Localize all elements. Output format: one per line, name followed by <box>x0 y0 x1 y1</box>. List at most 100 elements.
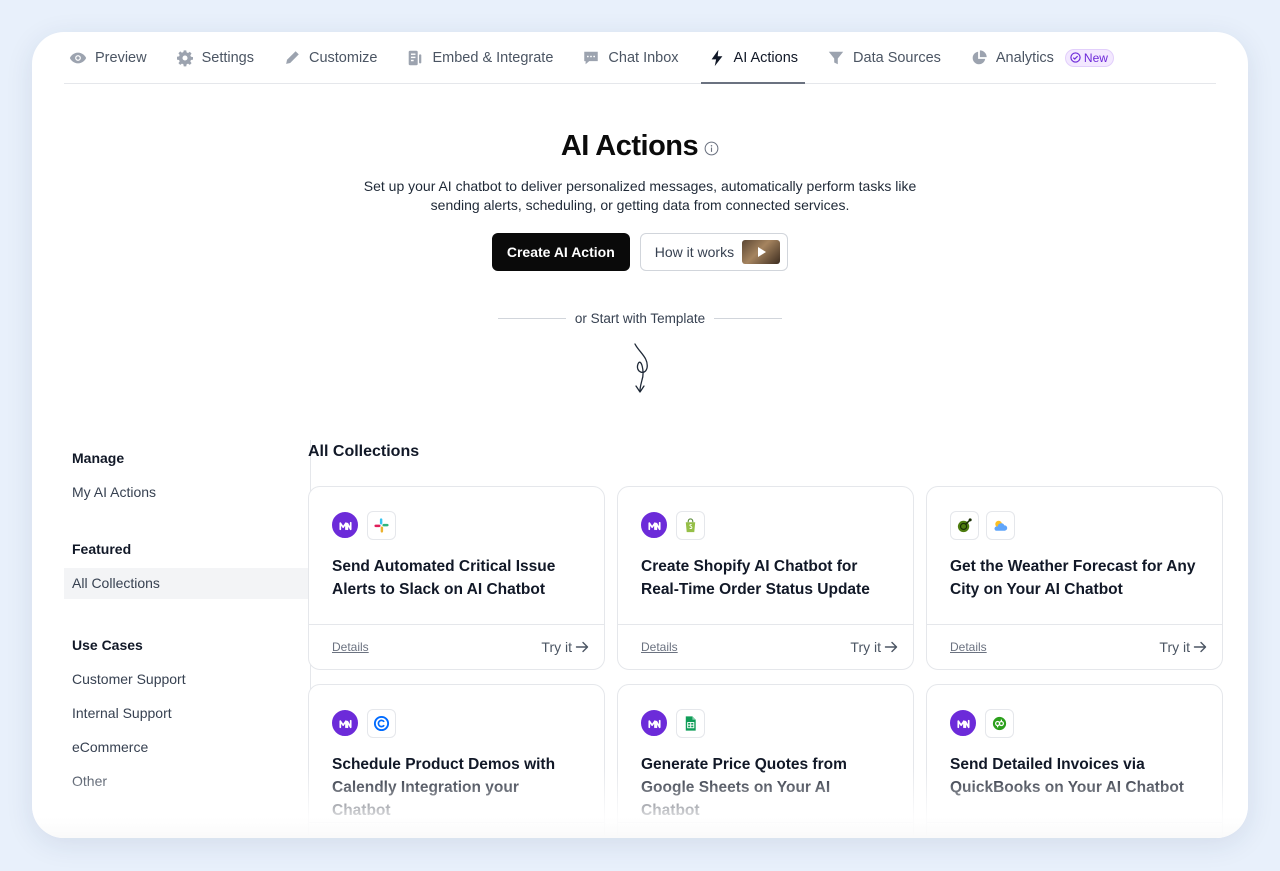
template-card[interactable]: Schedule Product Demos with Calendly Int… <box>308 684 605 838</box>
try-it-button[interactable]: Try it <box>850 837 898 838</box>
template-card[interactable]: Send Detailed Invoices via QuickBooks on… <box>926 684 1223 838</box>
template-card[interactable]: Create Shopify AI Chatbot for Real-Time … <box>617 486 914 670</box>
api-satellite-icon <box>950 511 979 540</box>
google-sheets-icon <box>676 709 705 738</box>
details-link[interactable]: Details <box>641 640 678 654</box>
card-footer: Details Try it <box>927 624 1222 669</box>
eye-icon <box>69 52 87 63</box>
sidebar-item-other[interactable]: Other <box>64 766 310 797</box>
calendly-icon <box>367 709 396 738</box>
brand-logo-icon <box>641 512 667 538</box>
card-footer: Details Try it <box>618 822 913 838</box>
template-card[interactable]: Generate Price Quotes from Google Sheets… <box>617 684 914 838</box>
tab-analytics[interactable]: Analytics New <box>968 32 1116 83</box>
how-it-works-label: How it works <box>654 244 735 260</box>
sidebar-item-ecommerce[interactable]: eCommerce <box>64 732 310 763</box>
card-title: Generate Price Quotes from Google Sheets… <box>641 756 847 819</box>
brand-logo-icon <box>950 710 976 736</box>
tab-label: Customize <box>308 49 378 66</box>
pencil-icon <box>286 50 299 64</box>
tab-data-sources[interactable]: Data Sources <box>825 32 943 83</box>
new-badge-label: New <box>1083 50 1108 65</box>
lightning-icon <box>711 49 722 66</box>
try-it-button[interactable]: Try it <box>541 639 589 655</box>
collections-sidebar: Manage My AI Actions Featured All Collec… <box>64 440 311 838</box>
embed-icon <box>409 50 422 65</box>
tab-embed-integrate[interactable]: Embed & Integrate <box>404 32 555 83</box>
sidebar-item-all-collections[interactable]: All Collections <box>64 568 311 599</box>
tab-label: Embed & Integrate <box>432 49 554 66</box>
try-it-button[interactable]: Try it <box>1159 837 1207 838</box>
card-title: Send Automated Critical Issue Alerts to … <box>332 558 556 598</box>
tab-customize[interactable]: Customize <box>281 32 380 83</box>
tab-label: Analytics <box>995 49 1054 66</box>
shopify-icon <box>676 511 705 540</box>
details-link[interactable]: Details <box>950 640 987 654</box>
tab-preview[interactable]: Preview <box>67 32 149 83</box>
arrow-right-icon <box>1193 641 1207 653</box>
collections-title: All Collections <box>308 443 420 460</box>
try-it-label: Try it <box>850 639 881 655</box>
tab-label: Preview <box>95 49 147 66</box>
info-icon[interactable] <box>704 141 719 156</box>
page-title-row: AI Actions <box>561 130 719 163</box>
arrow-right-icon <box>884 641 898 653</box>
try-it-button[interactable]: Try it <box>541 837 589 838</box>
tab-chat-inbox[interactable]: Chat Inbox <box>580 32 680 83</box>
tab-label: Data Sources <box>853 49 941 66</box>
tab-label: Settings <box>201 49 254 66</box>
page-description: Set up your AI chatbot to deliver person… <box>363 178 917 213</box>
card-footer: Details Try it <box>927 822 1222 838</box>
sidebar-heading-featured: Featured <box>72 541 132 557</box>
collections-panel: All Collections Send Automated Critical … <box>308 440 1223 838</box>
how-it-works-button[interactable]: How it works <box>639 233 789 271</box>
video-play-icon <box>742 240 781 264</box>
tab-label: Chat Inbox <box>608 49 679 66</box>
card-title: Create Shopify AI Chatbot for Real-Time … <box>641 558 870 598</box>
try-it-label: Try it <box>541 837 572 838</box>
try-it-label: Try it <box>541 639 572 655</box>
check-circle-icon <box>1070 52 1081 63</box>
hero-section: AI Actions Set up your AI chatbot to del… <box>32 130 1248 396</box>
card-title: Get the Weather Forecast for Any City on… <box>950 558 1196 598</box>
card-title: Schedule Product Demos with Calendly Int… <box>332 756 556 819</box>
pie-chart-icon <box>972 49 987 64</box>
card-title: Send Detailed Invoices via QuickBooks on… <box>950 756 1184 796</box>
try-it-label: Try it <box>1159 639 1190 655</box>
chat-icon <box>584 51 599 64</box>
template-divider: or Start with Template <box>32 311 1248 326</box>
new-badge: New <box>1064 48 1114 67</box>
card-footer: Details Try it <box>309 822 604 838</box>
tab-ai-actions[interactable]: AI Actions <box>700 32 806 84</box>
template-card[interactable]: Send Automated Critical Issue Alerts to … <box>308 486 605 670</box>
quickbooks-icon <box>985 709 1014 738</box>
brand-logo-icon <box>641 710 667 736</box>
tab-settings[interactable]: Settings <box>174 32 256 83</box>
card-footer: Details Try it <box>309 624 604 669</box>
try-it-button[interactable]: Try it <box>1159 639 1207 655</box>
weather-icon <box>986 511 1015 540</box>
tab-label: AI Actions <box>733 49 799 66</box>
template-grid: Send Automated Critical Issue Alerts to … <box>308 486 1223 838</box>
gear-icon <box>176 49 193 66</box>
page-title: AI Actions <box>560 130 699 162</box>
card-footer: Details Try it <box>618 624 913 669</box>
sidebar-heading-manage: Manage <box>72 450 125 466</box>
slack-icon <box>367 511 396 540</box>
sidebar-item-my-ai-actions[interactable]: My AI Actions <box>64 477 310 508</box>
top-nav: Preview Settings Customize Embed & Integ… <box>64 32 1216 84</box>
try-it-button[interactable]: Try it <box>850 639 898 655</box>
curly-arrow-down-icon <box>634 343 648 393</box>
sidebar-item-customer-support[interactable]: Customer Support <box>64 664 310 695</box>
hero-buttons: Create AI Action How it works <box>32 233 1248 271</box>
sidebar-heading-use-cases: Use Cases <box>72 637 143 653</box>
sidebar-item-internal-support[interactable]: Internal Support <box>64 698 310 729</box>
divider-line-right <box>714 318 783 319</box>
create-ai-action-button[interactable]: Create AI Action <box>491 233 630 271</box>
app-window: Preview Settings Customize Embed & Integ… <box>32 32 1248 838</box>
try-it-label: Try it <box>1159 837 1190 838</box>
template-card[interactable]: Get the Weather Forecast for Any City on… <box>926 486 1223 670</box>
arrow-right-icon <box>575 641 589 653</box>
try-it-label: Try it <box>850 837 881 838</box>
details-link[interactable]: Details <box>332 640 369 654</box>
